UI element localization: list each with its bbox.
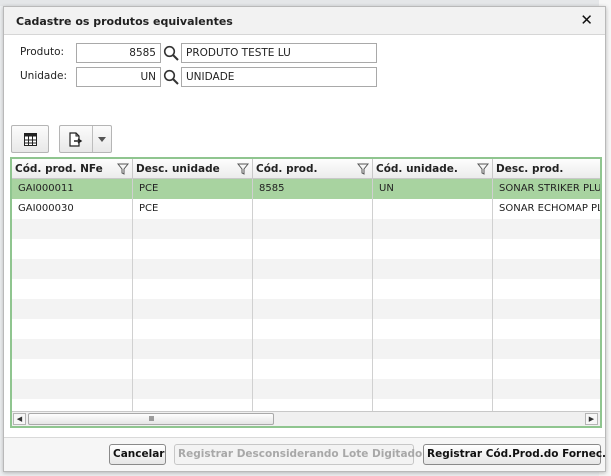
table-row[interactable]: GAI000011 PCE 8585 UN SONAR STRIKER PLUS (12, 179, 600, 199)
empty-row (12, 219, 600, 239)
empty-row (12, 399, 600, 411)
cell-desc-unidade: PCE (139, 183, 159, 194)
cell-cod-unidade: UN (379, 183, 394, 194)
cell-desc-prod: SONAR ECHOMAP PLUS (499, 203, 600, 214)
empty-row (12, 339, 600, 359)
column-header-label: Cód. unidade. (376, 163, 458, 175)
empty-row (12, 299, 600, 319)
products-grid: Cód. prod. NFe Desc. unidade Cód. prod. … (10, 157, 602, 428)
chevron-down-icon[interactable] (98, 137, 106, 142)
filter-icon[interactable] (357, 163, 369, 175)
unidade-label: Unidade: (20, 70, 68, 82)
cancel-button[interactable]: Cancelar (109, 444, 166, 465)
filter-icon[interactable] (237, 163, 249, 175)
table-row[interactable]: GAI000030 PCE SONAR ECHOMAP PLUS (12, 199, 600, 219)
column-header-label: Cód. prod. NFe (15, 163, 103, 175)
cell-cod-prod (253, 199, 373, 219)
cell-cod-prod: 8585 (259, 183, 285, 194)
column-divider (252, 179, 253, 411)
export-button[interactable] (59, 125, 112, 153)
filter-icon[interactable] (477, 163, 489, 175)
empty-row (12, 359, 600, 379)
column-header-label: Desc. prod. (496, 163, 564, 175)
column-divider (132, 179, 133, 411)
dialog-titlebar: Cadastre os produtos equivalentes ✕ (4, 7, 605, 35)
cell-desc-unidade: PCE (139, 203, 159, 214)
empty-row (12, 319, 600, 339)
export-document-icon (69, 132, 83, 147)
produto-label: Produto: (20, 46, 65, 58)
grid-header: Cód. prod. NFe Desc. unidade Cód. prod. … (12, 159, 600, 179)
cell-cod-prod-nfe: GAI000011 (18, 183, 74, 194)
empty-row (12, 379, 600, 399)
equivalent-products-dialog: Cadastre os produtos equivalentes ✕ Prod… (3, 6, 606, 472)
empty-row (12, 239, 600, 259)
empty-row (12, 259, 600, 279)
produto-search-icon[interactable] (163, 45, 179, 61)
horizontal-scrollbar[interactable]: ◀ IIIII ▶ (12, 411, 600, 426)
column-header-label: Cód. prod. (256, 163, 318, 175)
column-divider (492, 179, 493, 411)
empty-row (12, 279, 600, 299)
cell-desc-prod: SONAR STRIKER PLUS (499, 183, 600, 194)
table-icon (24, 133, 37, 146)
cell-cod-prod-nfe: GAI000030 (18, 203, 74, 214)
produto-code-input[interactable]: 8585 (76, 43, 161, 63)
unidade-code-input[interactable]: UN (76, 67, 161, 87)
cell-cod-unidade (373, 199, 493, 219)
produto-description-field[interactable]: PRODUTO TESTE LU (181, 43, 377, 63)
column-header-cod-unidade[interactable]: Cód. unidade. (373, 159, 493, 179)
register-supplier-code-button[interactable]: Registrar Cód.Prod.do Fornec. (423, 444, 606, 465)
scroll-right-arrow[interactable]: ▶ (585, 413, 598, 425)
scrollbar-thumb[interactable]: IIIII (28, 413, 274, 425)
register-ignore-lot-button[interactable]: Registrar Desconsiderando Lote Digitado (174, 444, 422, 465)
column-header-label: Desc. unidade (136, 163, 220, 175)
filter-icon[interactable] (117, 163, 129, 175)
scroll-left-arrow[interactable]: ◀ (13, 413, 26, 425)
unidade-search-icon[interactable] (163, 69, 179, 85)
column-header-desc-unidade[interactable]: Desc. unidade (133, 159, 253, 179)
column-divider (372, 179, 373, 411)
column-header-cod-prod[interactable]: Cód. prod. (253, 159, 373, 179)
dialog-footer: Cancelar Registrar Desconsiderando Lote … (4, 437, 606, 471)
column-header-desc-prod[interactable]: Desc. prod. (493, 159, 600, 179)
column-header-cod-prod-nfe[interactable]: Cód. prod. NFe (12, 159, 133, 179)
unidade-description-field[interactable]: UNIDADE (181, 67, 377, 87)
grid-view-button[interactable] (11, 125, 49, 153)
close-icon[interactable]: ✕ (580, 12, 593, 28)
dialog-title: Cadastre os produtos equivalentes (16, 15, 233, 28)
